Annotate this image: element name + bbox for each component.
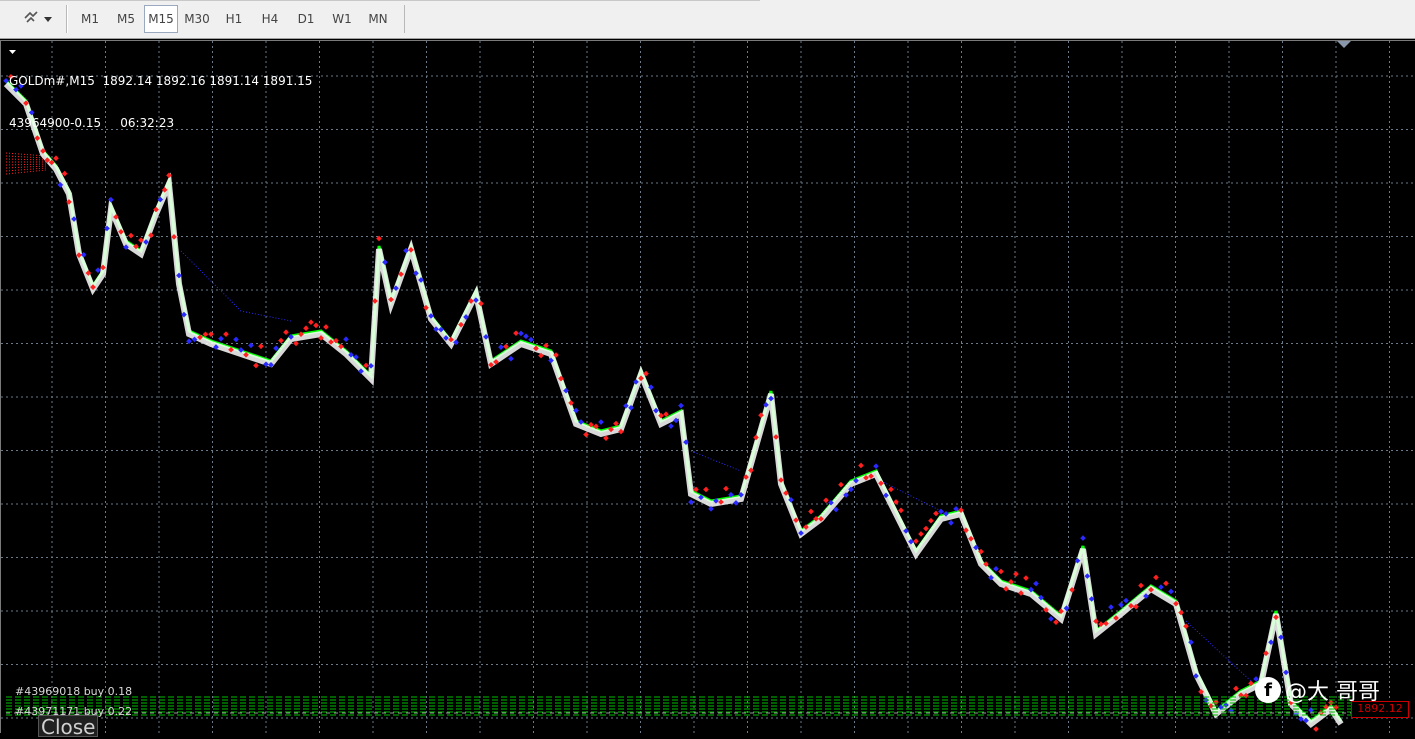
watermark-text: @大 哥哥 (1285, 680, 1380, 705)
order-marker (583, 431, 589, 438)
order-marker (838, 481, 844, 488)
order-marker (1313, 726, 1319, 732)
order-marker (528, 336, 534, 343)
order-marker (1163, 580, 1169, 587)
timeframe-button-m30[interactable]: M30 (178, 5, 216, 33)
toolbar-separator (67, 5, 68, 33)
order-marker (938, 508, 944, 515)
order-marker (308, 319, 314, 326)
timeframe-button-h1[interactable]: H1 (216, 5, 252, 33)
order-marker (808, 508, 814, 515)
order-marker (1080, 535, 1086, 541)
order-marker (95, 267, 101, 274)
order-marker (523, 333, 529, 340)
drawing-tools-dropdown[interactable] (14, 6, 60, 32)
chevron-down-icon (1337, 41, 1351, 48)
order-marker (323, 324, 329, 330)
timeframe-button-mn[interactable]: MN (360, 5, 396, 33)
projection-line (5, 163, 47, 166)
toolbar: M1 M5 M15 M30 H1 H4 D1 W1 MN (0, 0, 1415, 39)
order-marker (218, 335, 224, 342)
order-marker (1168, 588, 1174, 595)
timeframe-button-w1[interactable]: W1 (324, 5, 360, 33)
price-line (4, 79, 1343, 723)
timeframe-button-m1[interactable]: M1 (72, 5, 108, 33)
order-marker (223, 331, 229, 337)
order-marker (598, 419, 604, 425)
timeframe-button-d1[interactable]: D1 (288, 5, 324, 33)
order-marker (253, 362, 259, 369)
order-marker (1233, 685, 1239, 692)
toolbar-top-line (0, 0, 760, 1)
price-chart[interactable]: GOLDm#,M15 1892.14 1892.16 1891.14 1891.… (0, 40, 1415, 738)
toolbar-separator (404, 5, 405, 33)
order-marker (498, 344, 504, 350)
projection-line (5, 167, 47, 172)
price-band (3, 81, 1344, 728)
order-marker (128, 232, 134, 239)
drawing-tools-icon (22, 9, 40, 29)
order-marker (1118, 601, 1124, 608)
order-marker (668, 423, 674, 429)
order-marker (313, 322, 319, 329)
order-marker (678, 402, 684, 409)
order-marker (343, 336, 349, 343)
order-marker (858, 462, 864, 469)
order-marker (923, 525, 929, 532)
order-marker (1048, 616, 1054, 622)
close-order-button[interactable]: Close (38, 715, 98, 738)
order-marker (873, 463, 879, 469)
order-marker (918, 531, 924, 537)
timeframe-bar: M1 M5 M15 M30 H1 H4 D1 W1 MN (72, 5, 396, 33)
order-marker (1123, 597, 1129, 604)
projection-line (180, 250, 292, 322)
order-marker (703, 486, 709, 493)
order-marker (708, 505, 714, 512)
order-marker (898, 507, 904, 514)
order-marker (233, 336, 239, 343)
projection-line (5, 158, 47, 161)
order-marker (1153, 574, 1159, 581)
order-marker (723, 485, 729, 492)
projection-line (5, 165, 47, 169)
chevron-down-icon (44, 12, 52, 27)
order-marker (303, 325, 309, 332)
timeframe-button-m5[interactable]: M5 (108, 5, 144, 33)
account-info: 43964900-0.15 06:32:23 (9, 116, 175, 130)
timeframe-button-m15[interactable]: M15 (144, 5, 178, 33)
order-marker (513, 330, 519, 337)
order-marker (823, 497, 829, 504)
order-marker (998, 568, 1004, 575)
order-marker (1023, 575, 1029, 581)
order-marker (278, 337, 284, 344)
order-marker (933, 510, 939, 517)
order-marker (283, 329, 289, 336)
order-marker (993, 566, 999, 572)
order-marker (913, 538, 919, 544)
order-marker (1033, 580, 1039, 587)
projection-line (690, 450, 742, 472)
order-marker (508, 355, 514, 362)
order-marker (1013, 571, 1019, 577)
facebook-icon: f (1255, 677, 1281, 703)
order-marker (1138, 582, 1144, 589)
watermark: f @大 哥哥 (1255, 674, 1380, 706)
order-label: #43969018 buy 0.18 (15, 685, 133, 698)
chart-header: GOLDm#,M15 1892.14 1892.16 1891.14 1891.… (9, 46, 312, 158)
order-marker (258, 343, 264, 350)
order-marker (948, 520, 954, 526)
order-marker (888, 486, 894, 493)
order-marker (1158, 584, 1164, 590)
order-marker (518, 330, 524, 337)
order-marker (928, 517, 934, 524)
symbol-info: GOLDm#,M15 1892.14 1892.16 1891.14 1891.… (9, 74, 313, 88)
order-marker (1108, 604, 1114, 610)
timeframe-button-h4[interactable]: H4 (252, 5, 288, 33)
